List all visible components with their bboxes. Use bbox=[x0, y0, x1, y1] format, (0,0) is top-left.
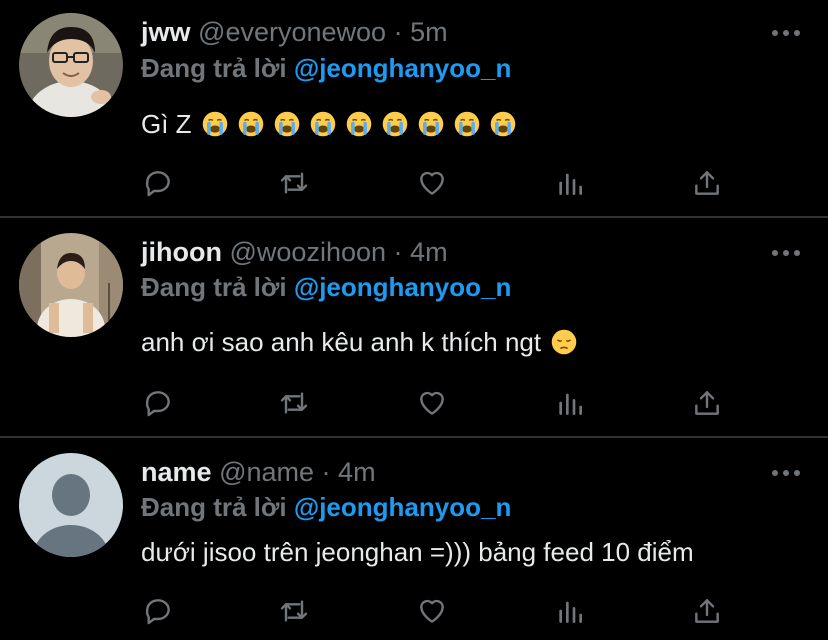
more-options-icon[interactable] bbox=[772, 28, 800, 38]
reply-feed: jww @everyonewoo · 5m Đang trả lời @jeon… bbox=[0, 0, 828, 640]
separator: · bbox=[321, 457, 331, 487]
loudly-crying-face-icon bbox=[346, 111, 371, 137]
user-handle[interactable]: @name bbox=[219, 457, 314, 487]
mention-link[interactable]: @jeonghanyoo_n bbox=[294, 492, 511, 522]
reply-icon[interactable] bbox=[140, 165, 176, 201]
emoji-row bbox=[192, 111, 516, 137]
loudly-crying-face-icon bbox=[274, 111, 299, 137]
replying-to: Đang trả lời @jeonghanyoo_n bbox=[141, 52, 511, 84]
separator: · bbox=[393, 17, 403, 47]
tweet-text-content: anh ơi sao anh kêu anh k thích ngt bbox=[141, 327, 542, 357]
tweet-text-content: Gì Z bbox=[141, 109, 192, 139]
reply-prefix: Đang trả lời bbox=[141, 492, 287, 522]
retweet-icon[interactable] bbox=[276, 593, 312, 629]
action-bar bbox=[140, 385, 740, 421]
tweet[interactable]: name @name · 4m Đang trả lời @jeonghanyo… bbox=[0, 438, 828, 640]
like-icon[interactable] bbox=[414, 385, 450, 421]
avatar[interactable] bbox=[19, 453, 123, 557]
tweet-text: dưới jisoo trên jeonghan =))) bảng feed … bbox=[141, 535, 694, 569]
loudly-crying-face-icon bbox=[202, 111, 227, 137]
action-bar bbox=[140, 593, 740, 629]
tweet[interactable]: jihoon @woozihoon · 4m Đang trả lời @jeo… bbox=[0, 218, 828, 438]
more-options-icon[interactable] bbox=[772, 468, 800, 478]
loudly-crying-face-icon bbox=[238, 111, 263, 137]
user-handle[interactable]: @woozihoon bbox=[230, 237, 387, 267]
share-icon[interactable] bbox=[689, 165, 725, 201]
tweet-text-content: dưới jisoo trên jeonghan =))) bảng feed … bbox=[141, 537, 694, 567]
display-name[interactable]: jihoon bbox=[141, 237, 222, 267]
avatar[interactable] bbox=[19, 233, 123, 337]
tweet-text: Gì Z bbox=[141, 107, 516, 141]
mention-link[interactable]: @jeonghanyoo_n bbox=[294, 272, 511, 302]
timestamp[interactable]: 5m bbox=[410, 17, 448, 47]
timestamp[interactable]: 4m bbox=[338, 457, 376, 487]
share-icon[interactable] bbox=[689, 385, 725, 421]
emoji-row bbox=[541, 329, 577, 355]
action-bar bbox=[140, 165, 740, 201]
avatar[interactable] bbox=[19, 13, 123, 117]
mention-link[interactable]: @jeonghanyoo_n bbox=[294, 53, 511, 83]
pensive-face-icon bbox=[551, 329, 577, 355]
share-icon[interactable] bbox=[689, 593, 725, 629]
more-options-icon[interactable] bbox=[772, 248, 800, 258]
analytics-icon[interactable] bbox=[552, 385, 588, 421]
display-name[interactable]: name bbox=[141, 457, 212, 487]
tweet-header: jihoon @woozihoon · 4m bbox=[141, 236, 448, 268]
replying-to: Đang trả lời @jeonghanyoo_n bbox=[141, 491, 511, 523]
tweet-header: name @name · 4m bbox=[141, 456, 376, 488]
loudly-crying-face-icon bbox=[310, 111, 335, 137]
timestamp[interactable]: 4m bbox=[410, 237, 448, 267]
tweet-header: jww @everyonewoo · 5m bbox=[141, 16, 448, 48]
user-handle[interactable]: @everyonewoo bbox=[198, 17, 386, 47]
retweet-icon[interactable] bbox=[276, 165, 312, 201]
tweet[interactable]: jww @everyonewoo · 5m Đang trả lời @jeon… bbox=[0, 0, 828, 218]
retweet-icon[interactable] bbox=[276, 385, 312, 421]
reply-prefix: Đang trả lời bbox=[141, 272, 287, 302]
loudly-crying-face-icon bbox=[418, 111, 443, 137]
loudly-crying-face-icon bbox=[454, 111, 479, 137]
analytics-icon[interactable] bbox=[552, 165, 588, 201]
like-icon[interactable] bbox=[414, 165, 450, 201]
separator: · bbox=[393, 237, 403, 267]
loudly-crying-face-icon bbox=[382, 111, 407, 137]
loudly-crying-face-icon bbox=[490, 111, 515, 137]
like-icon[interactable] bbox=[414, 593, 450, 629]
reply-prefix: Đang trả lời bbox=[141, 53, 287, 83]
reply-icon[interactable] bbox=[140, 593, 176, 629]
tweet-text: anh ơi sao anh kêu anh k thích ngt bbox=[141, 325, 577, 359]
display-name[interactable]: jww bbox=[141, 17, 191, 47]
replying-to: Đang trả lời @jeonghanyoo_n bbox=[141, 271, 511, 303]
reply-icon[interactable] bbox=[140, 385, 176, 421]
analytics-icon[interactable] bbox=[552, 593, 588, 629]
